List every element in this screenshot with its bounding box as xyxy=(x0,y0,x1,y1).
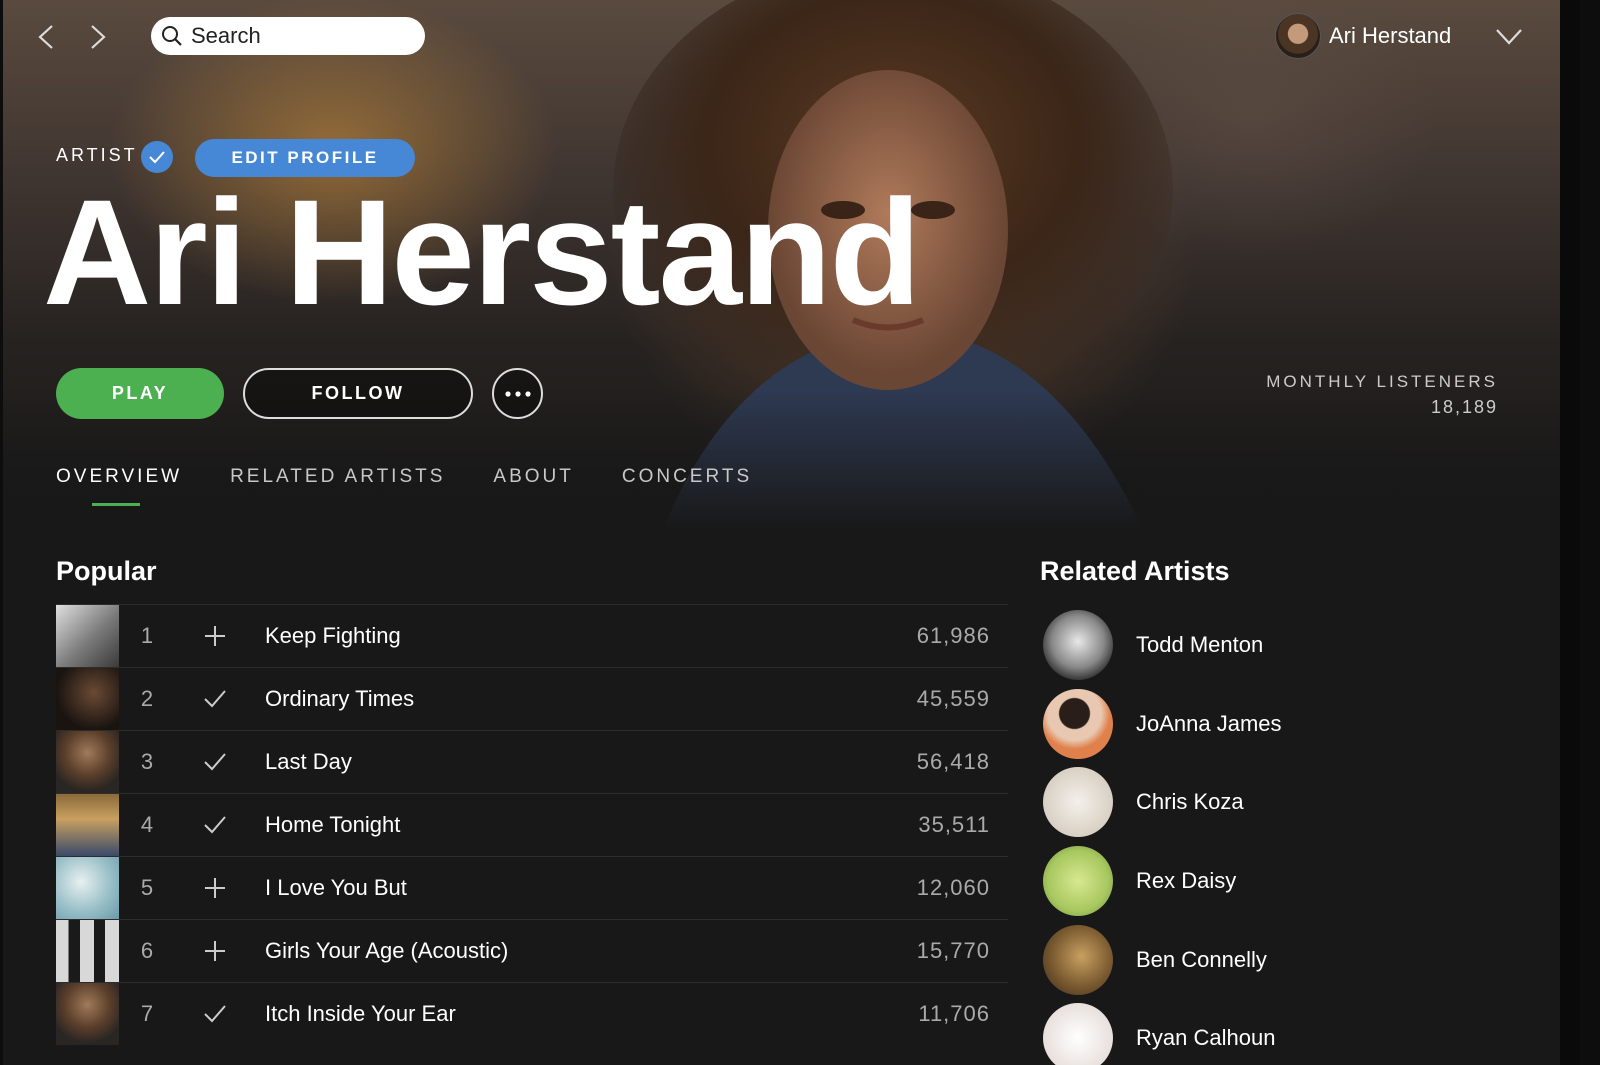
app-window: Ari Herstand ARTIST EDIT PROFILE Ari Her… xyxy=(3,0,1580,1065)
track-cover xyxy=(56,857,119,919)
track-title: Keep Fighting xyxy=(265,623,401,648)
track-row[interactable]: 1 Keep Fighting 61,986 xyxy=(56,604,1008,667)
back-button[interactable] xyxy=(31,22,61,52)
related-artist-item[interactable]: JoAnna James xyxy=(1043,685,1282,764)
chevron-left-icon xyxy=(38,25,53,49)
play-button[interactable]: PLAY xyxy=(56,368,224,419)
artist-type-label: ARTIST xyxy=(56,145,138,165)
hero-fade xyxy=(3,390,1580,530)
track-number: 6 xyxy=(140,938,154,963)
add-track-button[interactable] xyxy=(175,940,255,962)
forward-button[interactable] xyxy=(83,22,113,52)
checkmark-icon xyxy=(204,690,226,708)
search-bar[interactable] xyxy=(151,17,425,55)
track-play-count: 11,706 xyxy=(918,1001,990,1026)
user-avatar[interactable] xyxy=(1275,13,1321,59)
related-artist-avatar xyxy=(1043,610,1113,681)
track-title: Girls Your Age (Acoustic) xyxy=(265,938,509,963)
track-cover xyxy=(56,731,119,793)
monthly-listeners-label: MONTHLY LISTENERS xyxy=(1266,372,1498,391)
tab-about[interactable]: ABOUT xyxy=(493,466,573,506)
track-row[interactable]: 3 Last Day 56,418 xyxy=(56,730,1008,793)
related-artist-name: Ryan Calhoun xyxy=(1136,1025,1276,1051)
add-track-button[interactable] xyxy=(175,625,255,647)
track-cover xyxy=(56,794,119,856)
artist-name: Ari Herstand xyxy=(43,168,921,336)
track-number: 5 xyxy=(140,875,154,900)
track-cover xyxy=(56,605,119,667)
remove-track-button[interactable] xyxy=(175,689,255,709)
tab-concerts[interactable]: CONCERTS xyxy=(622,466,752,506)
remove-track-button[interactable] xyxy=(175,815,255,835)
related-artist-item[interactable]: Chris Koza xyxy=(1043,763,1282,842)
track-row[interactable]: 4 Home Tonight 35,511 xyxy=(56,793,1008,856)
user-menu[interactable]: Ari Herstand xyxy=(1275,13,1451,59)
related-artist-avatar xyxy=(1043,688,1113,759)
related-artist-item[interactable]: Ben Connelly xyxy=(1043,920,1282,999)
track-row[interactable]: 2 Ordinary Times 45,559 xyxy=(56,667,1008,730)
track-play-count: 35,511 xyxy=(918,812,990,837)
artist-tabs: OVERVIEW RELATED ARTISTS ABOUT CONCERTS xyxy=(56,466,800,506)
track-title: Itch Inside Your Ear xyxy=(265,1001,456,1026)
related-artist-item[interactable]: Rex Daisy xyxy=(1043,842,1282,921)
related-artist-avatar xyxy=(1043,767,1113,838)
track-title: Home Tonight xyxy=(265,812,401,837)
related-artist-name: JoAnna James xyxy=(1136,710,1282,736)
window-edge xyxy=(1560,0,1580,1065)
checkmark-icon xyxy=(204,753,226,771)
follow-button[interactable]: FOLLOW xyxy=(243,368,473,419)
track-title: Ordinary Times xyxy=(265,686,415,711)
track-number: 7 xyxy=(140,1001,154,1026)
track-row[interactable]: 7 Itch Inside Your Ear 11,706 xyxy=(56,982,1008,1045)
user-name[interactable]: Ari Herstand xyxy=(1329,23,1451,49)
add-track-button[interactable] xyxy=(175,877,255,899)
track-play-count: 56,418 xyxy=(916,749,990,774)
related-artist-name: Rex Daisy xyxy=(1136,868,1237,894)
related-artists-list: Todd Menton JoAnna James Chris Koza Rex … xyxy=(1043,606,1282,1065)
track-number: 4 xyxy=(140,812,154,837)
plus-icon xyxy=(205,941,225,961)
popular-track-list: 1 Keep Fighting 61,986 2 Ordinary Times … xyxy=(56,604,1008,1045)
monthly-listeners-value: 18,189 xyxy=(1430,397,1498,417)
popular-title: Popular xyxy=(56,556,157,586)
remove-track-button[interactable] xyxy=(175,1004,255,1024)
track-number: 3 xyxy=(140,749,154,774)
tab-related-artists[interactable]: RELATED ARTISTS xyxy=(230,466,445,506)
track-cover xyxy=(56,983,119,1045)
related-artist-item[interactable]: Ryan Calhoun xyxy=(1043,999,1282,1065)
related-artist-avatar xyxy=(1043,846,1113,917)
checkmark-icon xyxy=(204,1005,226,1023)
related-artist-name: Todd Menton xyxy=(1136,632,1264,658)
plus-icon xyxy=(205,626,225,646)
remove-track-button[interactable] xyxy=(175,752,255,772)
search-input[interactable] xyxy=(189,22,413,50)
tab-overview[interactable]: OVERVIEW xyxy=(56,466,182,506)
related-artist-avatar xyxy=(1043,1003,1113,1065)
track-play-count: 15,770 xyxy=(916,938,990,963)
track-number: 2 xyxy=(140,686,154,711)
track-play-count: 45,559 xyxy=(916,686,990,711)
checkmark-icon xyxy=(149,151,165,164)
related-artist-avatar xyxy=(1043,924,1113,995)
related-artist-item[interactable]: Todd Menton xyxy=(1043,606,1282,685)
track-cover xyxy=(56,920,119,982)
checkmark-icon xyxy=(204,816,226,834)
ellipsis-icon xyxy=(504,390,531,397)
track-row[interactable]: 6 Girls Your Age (Acoustic) 15,770 xyxy=(56,919,1008,982)
track-play-count: 12,060 xyxy=(916,875,990,900)
related-artist-name: Chris Koza xyxy=(1136,789,1244,815)
chevron-down-icon[interactable] xyxy=(1493,22,1525,50)
chevron-right-icon xyxy=(91,25,106,49)
plus-icon xyxy=(205,878,225,898)
search-icon xyxy=(162,26,182,46)
track-cover xyxy=(56,668,119,730)
track-title: Last Day xyxy=(265,749,352,774)
related-artists-title: Related Artists xyxy=(1040,556,1230,586)
track-play-count: 61,986 xyxy=(916,623,990,648)
track-number: 1 xyxy=(140,623,154,648)
track-title: I Love You But xyxy=(265,875,407,900)
track-row[interactable]: 5 I Love You But 12,060 xyxy=(56,856,1008,919)
more-options-button[interactable] xyxy=(492,368,543,419)
related-artist-name: Ben Connelly xyxy=(1136,946,1267,972)
